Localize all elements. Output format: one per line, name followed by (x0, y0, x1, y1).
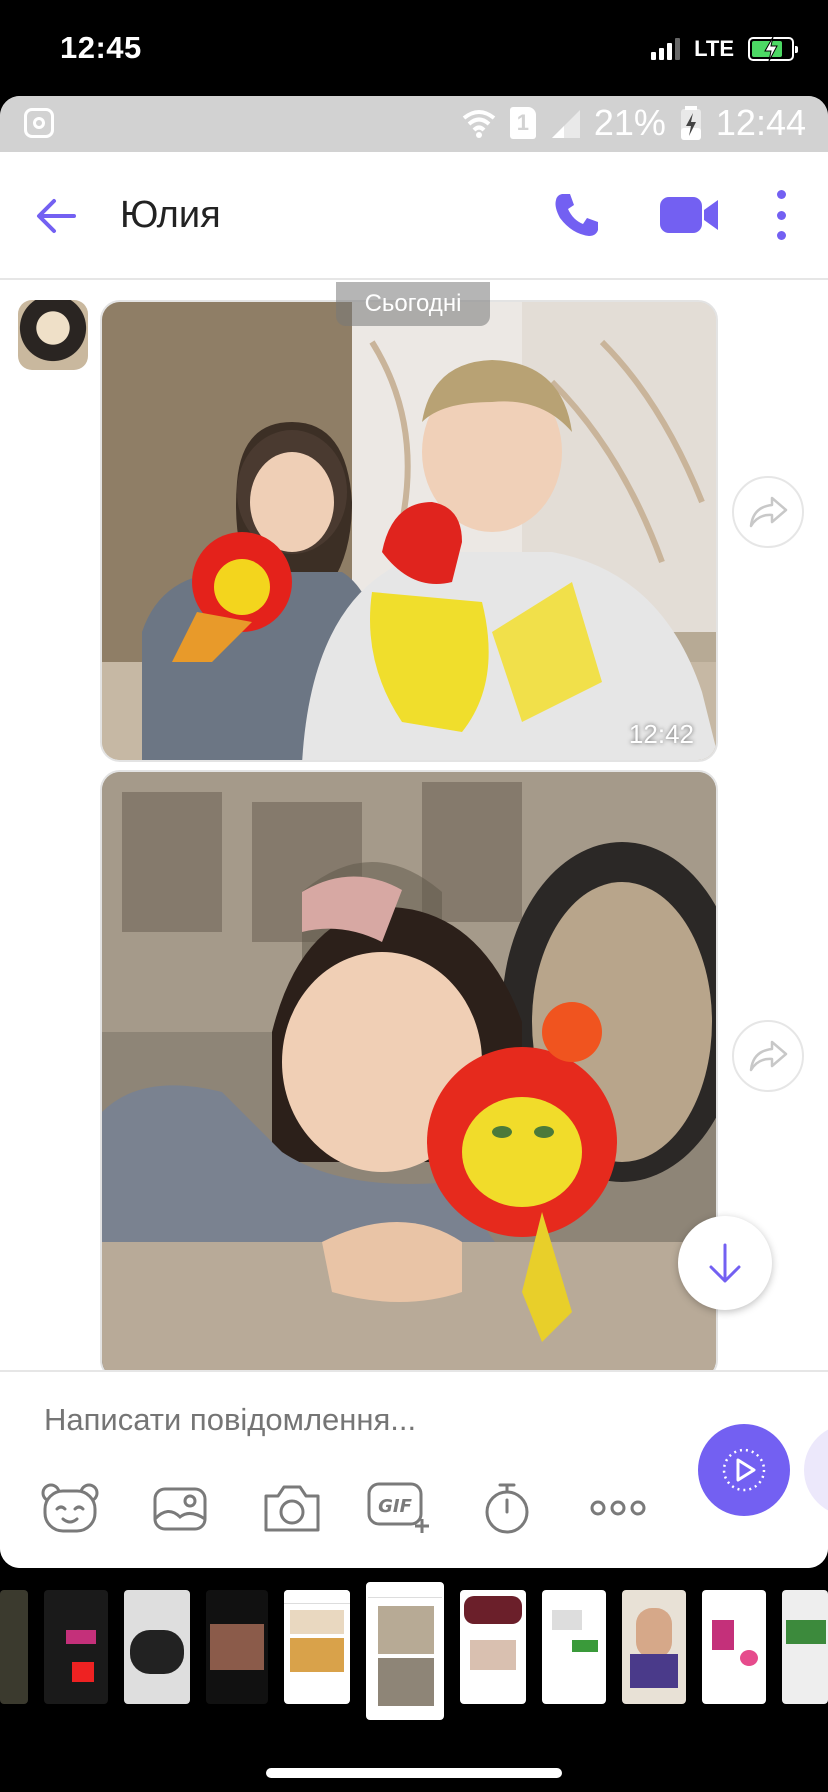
phone-call-icon[interactable] (552, 190, 602, 240)
back-arrow-icon[interactable] (34, 194, 78, 238)
forward-button[interactable] (732, 476, 804, 548)
send-video-message-button[interactable] (698, 1424, 790, 1516)
thumbnail-selected[interactable] (366, 1582, 444, 1720)
network-type: LTE (694, 36, 734, 61)
cell-signal-icon (551, 110, 580, 138)
photo-message[interactable]: 12:42 (100, 300, 718, 762)
thumbnail[interactable] (44, 1590, 108, 1704)
chat-header: Юлия (0, 152, 828, 280)
android-clock: 12:44 (715, 102, 806, 143)
message-list[interactable]: Сьогодні 12:42 (0, 280, 828, 1370)
ios-status-bar: 12:45 LTE (0, 0, 828, 96)
camera-icon[interactable] (260, 1478, 324, 1538)
sticker-icon[interactable] (40, 1478, 100, 1538)
thumbnail[interactable] (542, 1590, 606, 1704)
message-input[interactable] (44, 1402, 644, 1438)
photo-message[interactable] (100, 770, 718, 1370)
ios-status-icons: LTE (651, 36, 798, 62)
instagram-icon (24, 108, 54, 138)
thumbnail[interactable] (284, 1590, 350, 1704)
thumbnail[interactable] (0, 1590, 28, 1704)
ios-clock: 12:45 (60, 30, 142, 65)
svg-text:GIF: GIF (378, 1496, 412, 1517)
message-time: 12:42 (628, 719, 694, 749)
gif-icon[interactable]: GIF (366, 1478, 432, 1538)
signal-icon (651, 38, 681, 60)
arrow-down-icon (709, 1243, 741, 1283)
screenshot-thumbnail-strip (0, 1568, 828, 1792)
forward-button[interactable] (732, 1020, 804, 1092)
composer-toolbar: GIF (40, 1478, 660, 1538)
contact-name[interactable]: Юлия (120, 194, 221, 237)
photo-kids-with-toys (102, 302, 716, 760)
video-call-icon[interactable] (658, 194, 720, 236)
sim-icon: 1 (509, 107, 536, 139)
thumbnail[interactable] (206, 1590, 268, 1704)
send-button-shadow (804, 1424, 828, 1516)
timer-icon[interactable] (480, 1478, 534, 1538)
battery-icon (680, 106, 701, 140)
message-composer: GIF (0, 1370, 828, 1568)
home-indicator[interactable] (266, 1768, 562, 1778)
thumbnail[interactable] (782, 1590, 828, 1704)
contact-avatar[interactable] (18, 300, 88, 370)
more-icon[interactable] (588, 1478, 648, 1538)
gallery-icon[interactable] (150, 1478, 210, 1538)
battery-percent: 21% (593, 102, 666, 143)
forward-arrow-icon (749, 1040, 788, 1072)
thumbnail[interactable] (124, 1590, 190, 1704)
photo-girl-with-lion-toy (102, 772, 716, 1370)
thumbnail[interactable] (622, 1590, 686, 1704)
phone-screen: 1 21% 12:44 Юлия Сьогодні 12:42 Написати… (0, 96, 828, 1568)
more-options-icon[interactable] (770, 190, 792, 240)
android-status-bar: 1 21% 12:44 (0, 96, 828, 152)
thumbnail[interactable] (460, 1590, 526, 1704)
play-icon (722, 1448, 766, 1492)
battery-charging-icon (748, 37, 798, 61)
forward-arrow-icon (749, 496, 788, 528)
android-status-icons: 1 21% 12:44 (462, 102, 806, 144)
scroll-to-bottom-button[interactable] (678, 1216, 772, 1310)
date-separator: Сьогодні (336, 282, 490, 326)
thumbnail[interactable] (702, 1590, 766, 1704)
wifi-icon (462, 110, 496, 138)
